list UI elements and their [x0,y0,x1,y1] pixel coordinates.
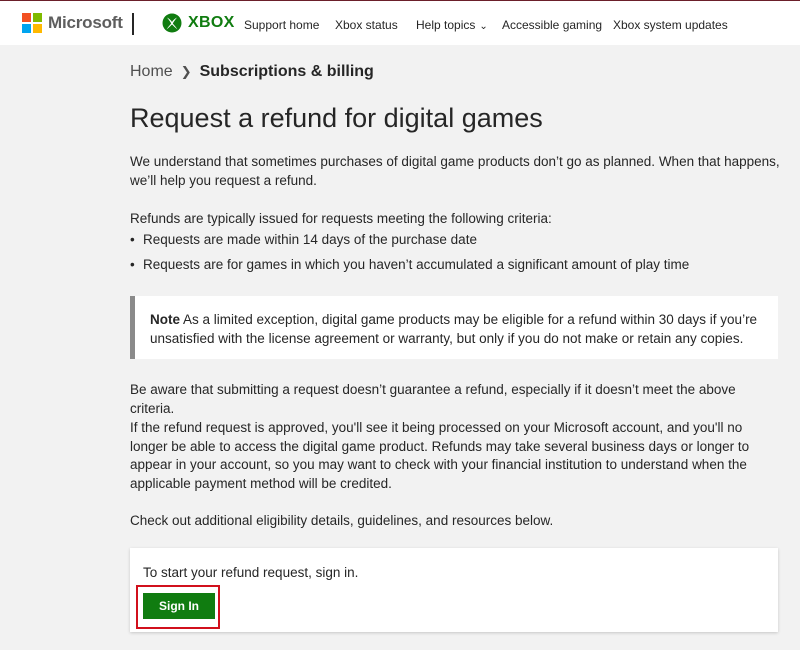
criteria-lead: Refunds are typically issued for request… [130,211,552,226]
breadcrumb-home[interactable]: Home [130,63,173,81]
signin-card: To start your refund request, sign in. S… [130,548,778,632]
note-text: As a limited exception, digital game pro… [150,312,758,346]
sign-in-button[interactable]: Sign In [143,593,215,619]
microsoft-squares-icon [22,13,42,33]
chevron-down-icon: ⌄ [479,21,488,32]
header-divider [132,13,134,35]
breadcrumb: Home ❯ Subscriptions & billing [130,63,374,81]
note-label: Note [150,312,180,327]
checkout-paragraph: Check out additional eligibility details… [130,513,554,528]
list-item: Requests are made within 14 days of the … [130,231,780,249]
chevron-right-icon: ❯ [180,64,192,79]
microsoft-logo[interactable]: Microsoft [22,13,123,33]
microsoft-logo-text: Microsoft [48,13,123,32]
nav-accessible-gaming[interactable]: Accessible gaming [502,18,602,32]
note-box: Note As a limited exception, digital gam… [130,296,778,359]
signin-prompt: To start your refund request, sign in. [143,565,359,580]
nav-xbox-system-updates[interactable]: Xbox system updates [613,18,728,32]
nav-support-home[interactable]: Support home [244,18,319,32]
nav-help-topics[interactable]: Help topics ⌄ [416,18,488,32]
approved-paragraph: If the refund request is approved, you'l… [130,420,750,491]
intro-paragraph: We understand that sometimes purchases o… [130,154,780,188]
aware-paragraph: Be aware that submitting a request doesn… [130,382,736,416]
page-title: Request a refund for digital games [130,103,543,133]
nav-xbox-status[interactable]: Xbox status [335,18,398,32]
list-item: Requests are for games in which you have… [130,256,780,274]
top-navigation-bar: Microsoft XBOX Support home Xbox status … [0,0,800,45]
xbox-logo-text: XBOX [188,14,235,31]
xbox-logo[interactable]: XBOX [162,13,235,33]
breadcrumb-current[interactable]: Subscriptions & billing [200,63,374,81]
criteria-list: Requests are made within 14 days of the … [130,231,780,281]
xbox-sphere-icon [162,13,182,33]
nav-help-topics-label: Help topics [416,18,476,32]
